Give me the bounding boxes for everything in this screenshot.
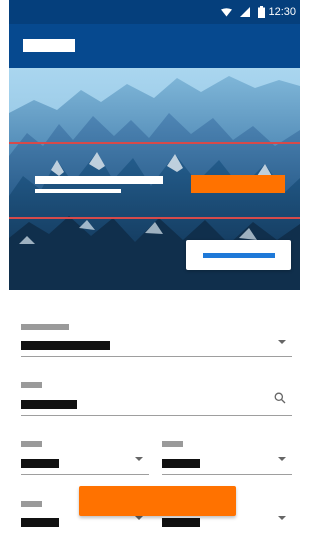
first-dropdown-label-placeholder: [21, 324, 69, 330]
hero-secondary-button[interactable]: [186, 240, 291, 270]
wifi-icon: [221, 7, 233, 16]
app-title-placeholder: [23, 39, 75, 52]
search-value-placeholder: [21, 400, 77, 409]
chevron-down-icon[interactable]: [278, 516, 286, 520]
left-select-underline: [21, 474, 149, 475]
right-select-value-placeholder: [162, 459, 200, 468]
submit-button[interactable]: [79, 486, 236, 516]
app-bar: [9, 24, 300, 68]
hero-primary-button[interactable]: [191, 175, 285, 193]
first-dropdown-underline: [21, 356, 292, 357]
status-icons: [221, 6, 266, 18]
search-label-placeholder: [21, 382, 42, 388]
chevron-down-icon[interactable]: [278, 457, 286, 461]
hero-secondary-label-placeholder: [203, 253, 275, 258]
status-time: 12:30: [268, 6, 296, 18]
first-dropdown-value-placeholder: [21, 341, 110, 350]
chevron-down-icon[interactable]: [278, 340, 286, 344]
hero-bottom-divider: [9, 217, 300, 219]
hero-heading-placeholder: [35, 176, 163, 184]
right-select-underline: [162, 474, 292, 475]
hero-banner: [9, 68, 300, 290]
search-underline: [21, 415, 292, 416]
chevron-down-icon[interactable]: [135, 516, 143, 520]
chevron-down-icon[interactable]: [135, 457, 143, 461]
bottom-left-value-placeholder: [21, 518, 59, 527]
hero-subheading-placeholder: [35, 189, 121, 193]
left-select[interactable]: [21, 441, 149, 477]
bottom-left-label-placeholder: [21, 501, 42, 507]
right-select[interactable]: [162, 441, 292, 477]
search-field[interactable]: [21, 382, 292, 418]
battery-icon: [258, 6, 266, 18]
right-select-label-placeholder: [162, 441, 183, 447]
mobile-screen: 12:30: [0, 0, 300, 536]
form-section: [9, 290, 300, 536]
hero-top-divider: [9, 142, 300, 144]
left-select-value-placeholder: [21, 459, 59, 468]
signal-icon: [240, 7, 251, 17]
first-dropdown[interactable]: [21, 322, 292, 358]
left-select-label-placeholder: [21, 441, 42, 447]
bottom-right-value-placeholder: [162, 518, 200, 527]
status-bar: 12:30: [9, 0, 300, 24]
search-icon[interactable]: [274, 392, 286, 404]
